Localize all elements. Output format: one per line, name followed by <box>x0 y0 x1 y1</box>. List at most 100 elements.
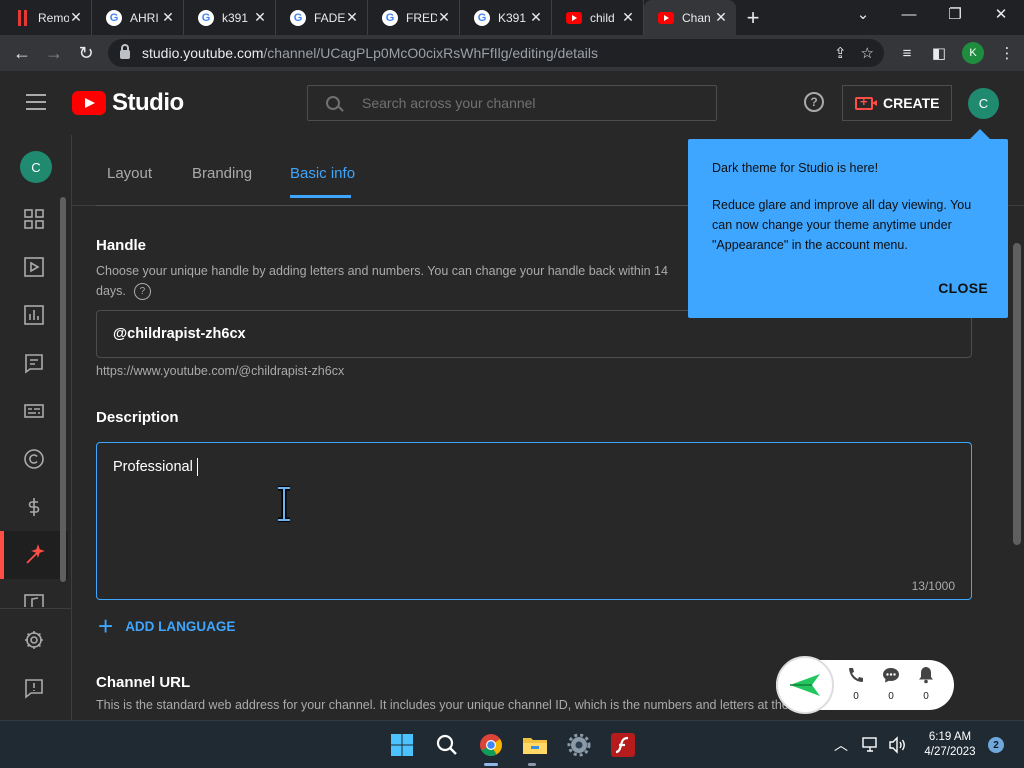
close-tab-icon[interactable]: ✕ <box>529 9 543 26</box>
widget-calls[interactable]: 0 <box>844 666 868 702</box>
close-tab-icon[interactable]: ✕ <box>437 9 451 26</box>
tooltip-close-button[interactable]: CLOSE <box>938 280 988 296</box>
tab-search-icon[interactable]: ⌄ <box>840 0 886 35</box>
menu-icon[interactable] <box>26 94 46 110</box>
dark-theme-tooltip: Dark theme for Studio is here! Reduce gl… <box>688 129 1008 318</box>
copyright-icon <box>24 449 44 469</box>
close-tab-icon[interactable]: ✕ <box>69 9 83 26</box>
browser-tab[interactable]: G K391 ✕ <box>460 0 552 35</box>
dashboard-icon <box>24 209 44 229</box>
floating-widget: 0 0 0 <box>776 656 954 714</box>
left-nav: C <box>0 135 72 720</box>
browser-tab-label: Remo <box>38 10 69 25</box>
tab-layout[interactable]: Layout <box>107 165 152 182</box>
studio-logo[interactable]: Studio <box>72 89 184 117</box>
browser-tab[interactable]: Remo ✕ <box>0 0 92 35</box>
taskbar-settings[interactable] <box>566 732 592 758</box>
active-tab-indicator <box>290 195 351 198</box>
youtube-logo-icon <box>72 91 106 115</box>
browser-tab[interactable]: child ✕ <box>552 0 644 35</box>
close-tab-icon[interactable]: ✕ <box>714 9 728 26</box>
browser-tab[interactable]: G AHRI ✕ <box>92 0 184 35</box>
close-tab-icon[interactable]: ✕ <box>161 9 175 26</box>
chrome-icon <box>480 734 502 756</box>
nav-audio-library[interactable] <box>0 579 68 607</box>
description-field[interactable]: Professional 13/1000 <box>96 442 972 600</box>
close-tab-icon[interactable]: ✕ <box>253 9 267 26</box>
close-tab-icon[interactable]: ✕ <box>345 9 359 26</box>
browser-tab[interactable]: G FRED ✕ <box>368 0 460 35</box>
search-input[interactable] <box>362 95 692 111</box>
flash-icon <box>611 733 635 757</box>
create-button[interactable]: CREATE <box>842 85 952 121</box>
reload-icon[interactable]: ↻ <box>70 43 102 64</box>
share-icon[interactable]: ⇪ <box>834 44 847 62</box>
channel-avatar[interactable]: C <box>20 151 52 183</box>
widget-chat[interactable]: 0 <box>879 666 903 702</box>
bookmark-star-icon[interactable]: ☆ <box>861 44 874 62</box>
new-tab-icon[interactable]: + <box>736 5 770 31</box>
tooltip-title: Dark theme for Studio is here! <box>712 161 879 175</box>
tray-overflow-icon[interactable]: ︿ <box>834 735 848 755</box>
window-controls: ⌄ — ❐ ✕ <box>840 0 1024 35</box>
nav-analytics[interactable] <box>0 291 68 339</box>
media-queue-icon[interactable]: ≡ <box>898 45 916 62</box>
network-icon[interactable] <box>862 737 880 753</box>
bell-icon <box>919 667 933 684</box>
handle-input[interactable]: @childrapist-zh6cx <box>113 326 246 342</box>
tab-branding[interactable]: Branding <box>192 165 252 182</box>
help-icon[interactable]: ? <box>804 92 824 112</box>
nav-customization[interactable] <box>0 531 68 579</box>
lock-icon[interactable] <box>120 44 130 59</box>
minimize-icon[interactable]: — <box>886 0 932 35</box>
nav-divider <box>0 608 72 609</box>
taskbar-search[interactable] <box>434 732 460 758</box>
taskbar-chrome[interactable] <box>478 732 504 758</box>
nav-content[interactable] <box>0 243 68 291</box>
nav-scrollbar[interactable] <box>60 197 66 582</box>
notification-badge[interactable]: 2 <box>988 737 1004 753</box>
widget-notifications[interactable]: 0 <box>914 666 938 702</box>
nav-subtitles[interactable] <box>0 387 68 435</box>
taskbar-flash-app[interactable] <box>610 732 636 758</box>
side-panel-icon[interactable]: ◧ <box>930 44 948 62</box>
close-window-icon[interactable]: ✕ <box>978 0 1024 35</box>
plus-icon: + <box>98 611 114 641</box>
url-field[interactable]: studio.youtube.com/channel/UCagPLp0McO0c… <box>108 39 884 67</box>
clock[interactable]: 6:19 AM 4/27/2023 <box>920 730 980 760</box>
start-button[interactable] <box>389 732 415 758</box>
nav-feedback[interactable] <box>0 664 68 712</box>
taskbar-file-explorer[interactable] <box>522 732 548 758</box>
nav-earn[interactable] <box>0 483 68 531</box>
description-input[interactable]: Professional <box>113 458 198 476</box>
google-icon: G <box>382 9 398 26</box>
account-avatar[interactable]: C <box>968 88 999 119</box>
handle-help-icon[interactable]: ? <box>133 283 151 301</box>
close-tab-icon[interactable]: ✕ <box>621 9 635 26</box>
send-button[interactable] <box>776 656 834 714</box>
restore-icon[interactable]: ❐ <box>932 0 978 35</box>
logo-text: Studio <box>112 89 184 116</box>
channel-url-title: Channel URL <box>96 674 191 691</box>
back-icon[interactable]: ← <box>6 43 38 64</box>
page-scrollbar[interactable] <box>1013 243 1021 545</box>
more-menu-icon[interactable]: ⋮ <box>998 44 1016 62</box>
calls-icon <box>849 668 863 682</box>
search-box[interactable] <box>307 85 717 121</box>
profile-avatar[interactable]: K <box>962 42 984 64</box>
notifications-count: 0 <box>923 691 929 702</box>
nav-dashboard[interactable] <box>0 195 68 243</box>
nav-copyright[interactable] <box>0 435 68 483</box>
volume-icon[interactable] <box>888 736 908 754</box>
browser-tab[interactable]: G k391 ✕ <box>184 0 276 35</box>
browser-tab[interactable]: G FADE ✕ <box>276 0 368 35</box>
add-language-button[interactable]: + ADD LANGUAGE <box>98 611 235 641</box>
folder-icon <box>523 738 547 754</box>
channel-url-description: This is the standard web address for you… <box>96 698 880 712</box>
description-text: Professional <box>113 458 193 475</box>
nav-settings[interactable] <box>0 616 68 664</box>
tab-basic-info[interactable]: Basic info <box>290 165 355 182</box>
browser-tab-active[interactable]: Chan ✕ <box>644 0 736 35</box>
nav-comments[interactable] <box>0 339 68 387</box>
forward-icon[interactable]: → <box>38 43 70 64</box>
